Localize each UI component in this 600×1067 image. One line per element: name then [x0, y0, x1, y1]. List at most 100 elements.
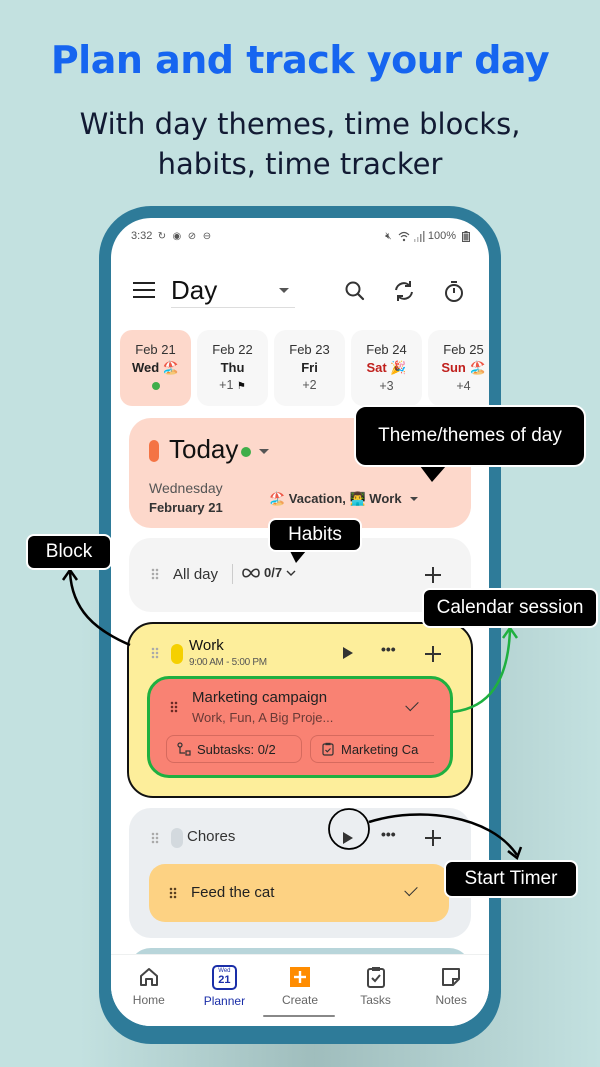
party-popper-icon: 🎉 — [390, 360, 407, 375]
date-month-day: Feb 24 — [366, 342, 407, 357]
all-day-label: All day — [173, 566, 219, 583]
create-plus-icon — [289, 967, 310, 987]
block-color-pill — [171, 828, 183, 848]
tasks-clipboard-icon — [364, 965, 388, 989]
date-month-day: Feb 23 — [289, 342, 330, 357]
task-card-feed-cat[interactable]: Feed the cat — [149, 864, 449, 922]
date-chip-feb-24[interactable]: Feb 24 Sat 🎉 +3 — [351, 330, 422, 406]
nav-label: Home — [132, 993, 165, 1007]
planner-icon-day: 21 — [218, 974, 231, 986]
nav-planner[interactable]: Wed 21 Planner — [187, 955, 263, 1026]
app-bar: Day — [111, 272, 489, 312]
mute-icon: 🔇︎ — [385, 230, 392, 242]
view-selector-label: Day — [171, 275, 218, 305]
calendar-event-label: Marketing Ca — [341, 741, 419, 757]
view-selector[interactable]: Day — [171, 274, 295, 308]
signal-icon — [413, 230, 425, 242]
date-weekday: Thu — [220, 360, 245, 375]
more-icon[interactable]: ••• — [381, 826, 396, 842]
day-themes-selector[interactable]: 🏖️ Vacation, 👨‍💻 Work — [269, 491, 418, 507]
nav-tasks[interactable]: Tasks — [338, 955, 414, 1026]
date-month-day: Feb 21 — [135, 342, 176, 357]
today-date: February 21 — [149, 500, 223, 515]
subtasks-chip[interactable]: Subtasks: 0/2 — [166, 735, 302, 763]
add-task-button[interactable] — [425, 646, 441, 662]
sync-icon: ↻ — [157, 230, 167, 242]
block-title: Work — [189, 637, 224, 654]
promo-headline: Plan and track your day — [50, 38, 550, 82]
callout-start-timer: Start Timer — [444, 860, 578, 898]
gesture-home-bar[interactable] — [263, 1015, 335, 1017]
date-chip-feb-23[interactable]: Feb 23 Fri +2 — [274, 330, 345, 406]
date-month-day: Feb 22 — [212, 342, 253, 357]
no-sim-icon: ⊘ — [187, 230, 197, 242]
add-task-button[interactable] — [425, 830, 441, 846]
start-timer-arrow-head — [507, 846, 523, 861]
habits-count: 0/7 — [264, 565, 283, 580]
battery-percent: 100% — [427, 230, 456, 242]
time-block-chores[interactable]: Chores ••• Feed the cat — [129, 808, 471, 938]
chevron-down-icon[interactable] — [259, 449, 269, 454]
task-card-marketing[interactable]: Marketing campaign Work, Fun, A Big Proj… — [147, 676, 453, 778]
drag-handle-icon[interactable] — [151, 568, 159, 580]
block-color-pill — [171, 644, 183, 664]
task-title: Feed the cat — [191, 884, 275, 901]
promo-subline: With day themes, time blocks, habits, ti… — [0, 104, 600, 184]
habit-loop-icon — [242, 567, 260, 578]
callout-block: Block — [26, 534, 112, 570]
notes-icon — [439, 965, 463, 989]
block-arrow-head — [61, 567, 79, 581]
date-chip-feb-21[interactable]: Feb 21 Wed 🏖️ — [120, 330, 191, 406]
date-chip-feb-25[interactable]: Feb 25 Sun 🏖️ +4 — [428, 330, 489, 406]
nav-label: Planner — [203, 994, 246, 1008]
clipboard-check-icon — [322, 742, 334, 756]
day-themes-label: 🏖️ Vacation, 👨‍💻 Work — [269, 491, 402, 506]
do-not-disturb-icon: ⊖ — [202, 230, 212, 242]
drag-handle-icon[interactable] — [151, 832, 159, 844]
calendar-event-chip[interactable]: Marketing Ca — [310, 735, 434, 763]
block-time: 9:00 AM - 5:00 PM — [189, 657, 267, 668]
time-block-work[interactable]: Work 9:00 AM - 5:00 PM ••• Marketing cam… — [127, 622, 473, 798]
callout-themes: Theme/themes of day — [354, 405, 586, 467]
calendar-session-arrow-head — [501, 625, 519, 639]
day-color-pill — [149, 440, 159, 462]
date-count: +2 — [302, 378, 317, 392]
date-count: +1 — [219, 378, 234, 392]
date-weekday: Sun — [441, 360, 466, 375]
add-all-day-button[interactable] — [425, 567, 441, 583]
date-strip: Feb 21 Wed 🏖️ Feb 22 Thu +1 ⚑ Feb 23 Fri… — [120, 330, 489, 406]
wifi-icon — [398, 231, 410, 242]
more-icon[interactable]: ••• — [381, 641, 396, 657]
home-icon — [137, 965, 161, 989]
date-chip-feb-22[interactable]: Feb 22 Thu +1 ⚑ — [197, 330, 268, 406]
location-icon: ◉ — [172, 230, 182, 242]
play-icon[interactable] — [343, 832, 353, 844]
play-icon[interactable] — [343, 647, 353, 659]
beach-umbrella-icon: 🏖️ — [162, 360, 180, 375]
drag-handle-icon[interactable] — [169, 887, 177, 899]
date-weekday: Sat — [366, 360, 387, 375]
timer-icon[interactable] — [441, 278, 467, 304]
complete-check-icon[interactable] — [405, 697, 419, 712]
today-title: Today — [169, 434, 239, 464]
sync-icon[interactable] — [391, 278, 417, 304]
promo-subline-line-2: habits, time tracker — [157, 147, 443, 181]
drag-handle-icon[interactable] — [170, 701, 178, 713]
flag-icon: ⚑ — [236, 381, 246, 392]
complete-check-icon[interactable] — [404, 882, 418, 897]
drag-handle-icon[interactable] — [151, 647, 159, 659]
search-icon[interactable] — [342, 278, 368, 304]
subtasks-icon — [177, 742, 191, 756]
promo-subline-line-1: With day themes, time blocks, — [79, 107, 521, 141]
today-weekday: Wednesday — [149, 480, 223, 496]
block-title: Chores — [187, 828, 236, 845]
nav-label: Create — [281, 993, 318, 1007]
battery-icon — [460, 230, 471, 242]
menu-icon[interactable] — [133, 282, 155, 300]
callout-calendar-session: Calendar session — [422, 588, 598, 628]
nav-home[interactable]: Home — [111, 955, 187, 1026]
nav-notes[interactable]: Notes — [413, 955, 489, 1026]
date-month-day: Feb 25 — [443, 342, 484, 357]
task-tags: Work, Fun, A Big Proje... — [192, 710, 334, 725]
habits-selector[interactable]: 0/7 — [242, 565, 296, 580]
